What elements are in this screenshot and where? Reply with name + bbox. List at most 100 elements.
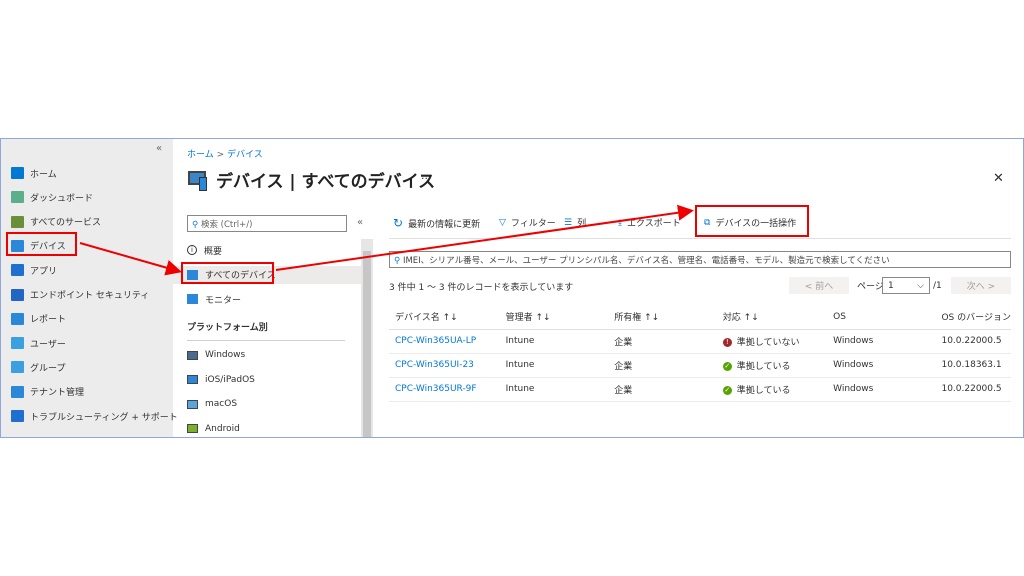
platform-icon	[187, 375, 198, 384]
os-version-cell: 10.0.22000.5	[935, 329, 1011, 354]
platform-icon	[187, 399, 198, 409]
platform-item-2[interactable]: macOS	[187, 395, 237, 413]
filter-button[interactable]: ▽ フィルター	[499, 216, 556, 230]
column-header[interactable]: OS のバージョン	[935, 305, 1011, 330]
sidebar-collapse-button[interactable]: «	[156, 143, 162, 154]
platform-item-0[interactable]: Windows	[187, 346, 245, 364]
chevron-down-icon: ⌵	[917, 280, 924, 291]
column-header[interactable]: 所有権 ↑↓	[608, 305, 717, 330]
os-version-cell: 10.0.18363.1	[935, 353, 1011, 378]
page-label: ページ	[857, 282, 884, 292]
info-icon: i	[187, 245, 197, 255]
sidebar-item-1[interactable]: ダッシュボード	[11, 188, 93, 206]
intune-window: « ホームダッシュボード すべてのサービス デバイスアプリエンドポイント セキュリテ…	[0, 138, 1024, 438]
highlight-all-devices	[181, 262, 274, 284]
list-icon	[11, 215, 24, 228]
table-row: CPC-Win365UI-23 Intune 企業 ✓ 準拠している Window…	[389, 353, 1011, 378]
table-row: CPC-Win365UR-9F Intune 企業 ✓ 準拠している Window…	[389, 377, 1011, 402]
highlight-bulk	[695, 205, 809, 237]
column-header[interactable]: 対応 ↑↓	[716, 305, 828, 330]
admin-cell: Intune	[499, 377, 609, 402]
device-table: デバイス名 ↑↓ 管理者 ↑↓ 所有権 ↑↓ 対応 ↑↓ OS OS のバージョン CPC…	[389, 305, 1011, 402]
search-icon: ⚲	[192, 220, 199, 230]
platform-section-heading: プラットフォーム別	[187, 322, 268, 333]
report-icon	[11, 312, 24, 325]
owner-cell: 企業	[608, 353, 717, 378]
platform-icon	[187, 424, 198, 433]
sidebar-item-6[interactable]: レポート	[11, 310, 66, 328]
sidebar: « ホーム ダッシュボード すべてのサービス デバイス アプリ エンドポイント セキュリテ…	[1, 139, 178, 437]
apps-icon	[11, 264, 24, 277]
close-button[interactable]: ✕	[993, 171, 1004, 186]
compliance-cell: ✓ 準拠している	[716, 353, 828, 378]
toolbar-divider	[389, 238, 1011, 239]
breadcrumb-separator: >	[216, 150, 225, 160]
table-row: CPC-Win365UA-LP Intune 企業 ! 準拠していない Windo…	[389, 329, 1011, 354]
column-header[interactable]: OS	[827, 305, 936, 330]
device-link[interactable]: CPC-Win365UI-23	[395, 360, 474, 370]
sidebar-item-8[interactable]: グループ	[11, 358, 65, 376]
sidebar-item-0[interactable]: ホーム	[11, 164, 57, 182]
refresh-icon: ↻	[393, 216, 404, 230]
monitor-icon	[187, 294, 198, 304]
device-filter-input[interactable]: ⚲ IMEI、シリアル番号、メール、ユーザー プリンシパル名、デバイス名、管理名…	[389, 251, 1011, 268]
sidebar-item-5[interactable]: エンドポイント セキュリティ	[11, 286, 149, 304]
menu-scrollbar-thumb[interactable]	[363, 251, 371, 437]
sidebar-item-7[interactable]: ユーザー	[11, 334, 66, 352]
menu-item-2[interactable]: モニター	[187, 290, 241, 308]
group-icon	[11, 361, 24, 374]
admin-cell: Intune	[499, 329, 609, 354]
compliance-cell: ✓ 準拠している	[716, 377, 828, 402]
platform-icon	[187, 350, 198, 360]
filter-icon: ▽	[499, 217, 506, 228]
column-header[interactable]: デバイス名 ↑↓	[389, 305, 500, 330]
export-button[interactable]: ⤓ エクスポート	[618, 216, 681, 230]
breadcrumb: ホーム > デバイス	[187, 147, 263, 160]
page-select[interactable]: 1 ⌵	[882, 277, 930, 294]
download-icon: ⤓	[618, 217, 622, 228]
os-version-cell: 10.0.22000.5	[935, 377, 1011, 402]
sidebar-item-2[interactable]: すべてのサービス	[11, 213, 101, 231]
admin-cell: Intune	[499, 353, 609, 378]
next-page-button[interactable]: 次へ >	[951, 277, 1011, 294]
menu-item-0[interactable]: i 概要	[187, 241, 222, 259]
more-button[interactable]: ···	[421, 172, 432, 185]
search-icon: ⚲	[394, 256, 401, 266]
breadcrumb-devices[interactable]: デバイス	[227, 150, 263, 160]
check-icon: ✓	[722, 385, 732, 395]
column-header[interactable]: 管理者 ↑↓	[499, 305, 609, 330]
refresh-button[interactable]: ↻ 最新の情報に更新	[393, 216, 480, 230]
breadcrumb-home[interactable]: ホーム	[187, 150, 214, 160]
columns-icon: ☰	[564, 217, 573, 228]
os-cell: Windows	[827, 329, 936, 354]
page-title: デバイス | すべてのデバイス	[216, 172, 436, 192]
page-icon-phone	[199, 177, 207, 191]
record-count: 3 件中 1 ～ 3 件のレコードを表示しています	[389, 283, 574, 293]
platform-item-3[interactable]: Android	[187, 420, 240, 438]
menu-search-input[interactable]: ⚲ 検索 (Ctrl+/)	[187, 215, 347, 232]
device-link[interactable]: CPC-Win365UA-LP	[395, 336, 476, 346]
menu-collapse-button[interactable]: «	[357, 217, 363, 228]
home-icon	[11, 167, 24, 179]
columns-button[interactable]: ☰ 列	[564, 216, 586, 230]
compliance-cell: ! 準拠していない	[716, 329, 828, 354]
device-link[interactable]: CPC-Win365UR-9F	[395, 384, 477, 394]
shield-icon	[11, 288, 24, 301]
dashboard-icon	[11, 191, 24, 204]
sidebar-item-4[interactable]: アプリ	[11, 261, 57, 279]
owner-cell: 企業	[608, 329, 717, 354]
platform-item-1[interactable]: iOS/iPadOS	[187, 371, 255, 389]
sidebar-item-10[interactable]: トラブルシューティング + サポート	[11, 407, 178, 425]
os-cell: Windows	[827, 377, 936, 402]
tools-icon	[11, 410, 24, 422]
os-cell: Windows	[827, 353, 936, 378]
error-icon: !	[722, 337, 732, 347]
section-divider	[187, 340, 345, 341]
user-icon	[11, 337, 24, 350]
owner-cell: 企業	[608, 377, 717, 402]
sidebar-item-9[interactable]: テナント管理	[11, 383, 84, 401]
tenant-icon	[11, 385, 24, 398]
highlight-devices	[6, 232, 77, 256]
prev-page-button[interactable]: < 前へ	[789, 277, 849, 294]
page-total: /1	[933, 280, 942, 291]
